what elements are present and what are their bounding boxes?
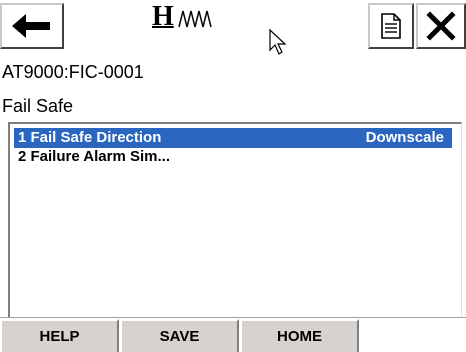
menu-item-fail-safe-direction[interactable]: 1 Fail Safe Direction Downscale [14,128,452,148]
save-button[interactable]: SAVE [120,319,239,352]
document-button[interactable] [368,3,414,49]
logo-letter: H [152,1,174,32]
menu-list: 1 Fail Safe Direction Downscale 2 Failur… [8,122,462,317]
help-button[interactable]: HELP [0,319,119,352]
mouse-pointer-icon [269,28,287,55]
left-arrow-icon [12,14,50,38]
document-icon [381,13,401,39]
close-x-icon [426,11,456,41]
device-tag: AT9000:FIC-0001 [2,62,144,82]
menu-item-label: 2 Failure Alarm Sim... [18,148,170,165]
hart-logo: H [150,2,220,38]
menu-item-label: 1 Fail Safe Direction [18,129,162,146]
page-title: Fail Safe [2,96,74,116]
softkey-bar: HELP SAVE HOME [0,317,466,352]
home-button[interactable]: HOME [240,319,359,352]
menu-item-failure-alarm-sim[interactable]: 2 Failure Alarm Sim... [14,147,452,167]
back-button[interactable] [0,3,64,49]
close-button[interactable] [416,3,466,49]
hart-wave-icon [178,10,212,28]
menu-item-value: Downscale [365,129,444,146]
